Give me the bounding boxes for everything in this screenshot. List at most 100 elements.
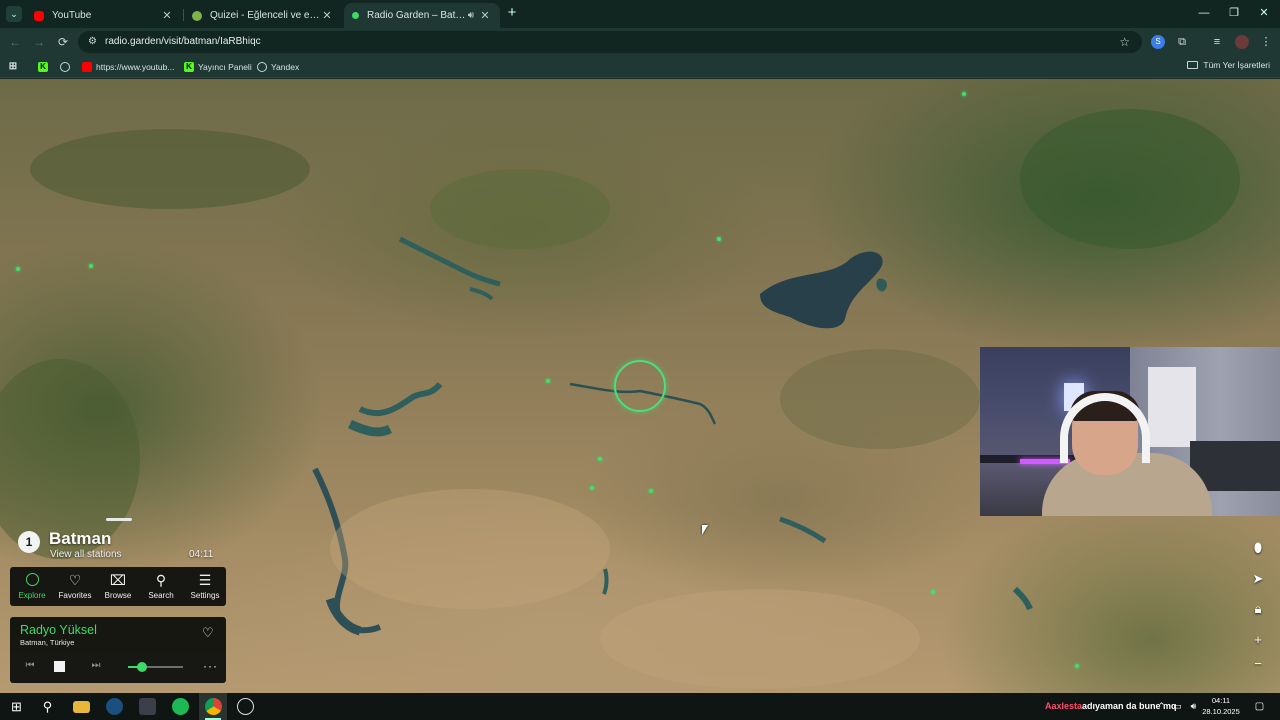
close-icon[interactable]: ✕ [160, 9, 174, 22]
tab-search-button[interactable]: ⌄ [6, 6, 22, 22]
station-dot[interactable] [598, 457, 602, 461]
webcam-overlay [980, 347, 1280, 516]
bookmark-yayinci-paneli[interactable]: K Yayıncı Paneli [184, 60, 252, 74]
folder-icon [1187, 61, 1199, 69]
tab-radio-garden[interactable]: Radio Garden – Batman 🔊︎ ✕ [344, 3, 500, 28]
search-icon: ⚲ [155, 572, 167, 588]
place-header[interactable]: 1 Batman View all stations 04:11 [10, 524, 226, 566]
notifications-icon[interactable]: ▢ [1251, 698, 1268, 715]
station-dot[interactable] [89, 264, 93, 268]
reservoir [602, 568, 609, 595]
zoom-in-icon[interactable]: + [1248, 630, 1268, 650]
forward-button[interactable]: → [31, 34, 47, 50]
lock-icon[interactable]: 🔒︎ [1248, 599, 1268, 619]
chrome-icon [205, 698, 222, 715]
apps-grid-icon[interactable]: ⊞ [8, 60, 22, 74]
all-bookmarks-label: Tüm Yer İşaretleri [1203, 60, 1270, 70]
nav-browse[interactable]: ⌧ Browse [98, 571, 138, 603]
close-icon[interactable]: ✕ [320, 9, 334, 22]
stop-button[interactable] [54, 661, 65, 672]
site-info-icon[interactable]: ⚙ [88, 36, 100, 48]
bookmark-label: Yayıncı Paneli [198, 62, 252, 72]
speaker-icon[interactable]: 🔊︎ [468, 10, 474, 21]
more-options-icon[interactable]: ··· [203, 659, 218, 673]
store-icon[interactable] [139, 698, 156, 715]
close-window-button[interactable]: ✕ [1252, 4, 1276, 22]
youtube-icon [82, 62, 92, 72]
chrome-taskbar-item[interactable] [199, 693, 227, 720]
minimize-button[interactable]: — [1192, 4, 1216, 22]
globe-icon [60, 62, 70, 72]
address-bar[interactable]: ⚙ radio.garden/visit/batman/IaRBhiqc ☆ [78, 31, 1142, 53]
obs-icon[interactable] [237, 698, 254, 715]
windows-start-icon[interactable]: ⊞ [8, 698, 25, 715]
map-pin-icon[interactable]: ⬮ [1248, 538, 1268, 558]
menu-kebab-icon[interactable]: ⋮ [1259, 35, 1273, 49]
search-icon[interactable]: ⚲ [39, 698, 56, 715]
youtube-icon [34, 10, 44, 21]
volume-knob[interactable] [136, 662, 147, 672]
station-dot[interactable] [717, 237, 721, 241]
station-dot[interactable] [962, 92, 966, 96]
view-all-stations-link[interactable]: View all stations [50, 549, 122, 560]
nav-label: Settings [190, 591, 220, 600]
tab-title: Quizei - Eğlenceli ve etkileşimli [210, 10, 320, 21]
nav-settings[interactable]: ☰ Settings [185, 571, 225, 603]
restore-button[interactable]: ❐ [1222, 4, 1246, 22]
bookmark-globe[interactable] [60, 60, 74, 74]
bookmarks-bar: ⊞ K https://www.youtub... K Yayıncı Pane… [0, 56, 1280, 78]
station-dot[interactable] [16, 267, 20, 271]
nav-label: Explore [18, 591, 46, 600]
station-dot[interactable] [1075, 664, 1079, 668]
steam-icon[interactable] [106, 698, 123, 715]
station-dot[interactable] [649, 489, 653, 493]
zoom-out-icon[interactable]: − [1248, 654, 1268, 674]
nav-explore[interactable]: Explore [12, 571, 52, 603]
mountain-range [430, 169, 610, 249]
nav-favorites[interactable]: ♡ Favorites [55, 571, 95, 603]
locate-me-icon[interactable]: ➤ [1248, 569, 1268, 589]
tray-chevron-icon[interactable]: ⌃ [1153, 698, 1170, 715]
favorite-heart-icon[interactable]: ♡ [202, 625, 214, 641]
local-time: 04:11 [189, 549, 214, 560]
station-dot[interactable] [931, 590, 935, 594]
extensions-puzzle-icon[interactable]: ⧉ [1175, 35, 1189, 49]
previous-icon[interactable]: ⏮︎ [23, 659, 37, 673]
tray-username: Aaxlesta [1045, 701, 1083, 711]
media-control-icon[interactable]: ≡ [1210, 35, 1224, 49]
all-bookmarks-button[interactable]: Tüm Yer İşaretleri [1187, 60, 1270, 70]
next-icon[interactable]: ⏭︎ [89, 659, 103, 673]
panel-drag-handle[interactable] [106, 518, 132, 521]
bookmark-yandex[interactable]: Yandex [257, 60, 299, 74]
system-clock[interactable]: 04:11 28.10.2025 [1198, 695, 1244, 717]
nav-search[interactable]: ⚲ Search [141, 571, 181, 603]
kick-icon: K [184, 62, 194, 72]
new-tab-button[interactable]: + [504, 5, 520, 21]
tab-title: Radio Garden – Batman [367, 10, 468, 21]
tab-strip: ⌄ YouTube ✕ Quizei - Eğlenceli ve etkile… [0, 0, 1280, 28]
back-button[interactable]: ← [7, 34, 23, 50]
network-icon[interactable]: ▭ [1169, 698, 1186, 715]
selected-station-ring[interactable] [614, 360, 666, 412]
volume-slider[interactable] [128, 662, 183, 672]
station-dot[interactable] [546, 379, 550, 383]
tab-youtube[interactable]: YouTube ✕ [26, 3, 182, 28]
file-explorer-icon[interactable] [73, 701, 90, 713]
spotify-icon[interactable] [172, 698, 189, 715]
reservoir [469, 287, 494, 301]
reload-button[interactable]: ⟳ [55, 34, 71, 50]
player-panel: Radyo Yüksel Batman, Türkiye ♡ ⏮︎ ⏭︎ ··· [10, 617, 226, 683]
bookmark-kick[interactable]: K [38, 60, 52, 74]
heart-icon: ♡ [68, 572, 82, 588]
bookmark-youtube[interactable]: https://www.youtub... [82, 60, 174, 74]
profile-avatar[interactable] [1235, 35, 1249, 49]
extension-icon[interactable]: S [1151, 35, 1165, 49]
station-dot[interactable] [590, 486, 594, 490]
station-location: Batman, Türkiye [20, 638, 75, 647]
bookmark-star-icon[interactable]: ☆ [1119, 35, 1130, 49]
forest-area [1020, 109, 1240, 249]
close-icon[interactable]: ✕ [478, 9, 492, 22]
station-name[interactable]: Radyo Yüksel [20, 623, 97, 637]
radio-garden-icon [352, 12, 359, 19]
tab-quizei[interactable]: Quizei - Eğlenceli ve etkileşimli ✕ [184, 3, 342, 28]
